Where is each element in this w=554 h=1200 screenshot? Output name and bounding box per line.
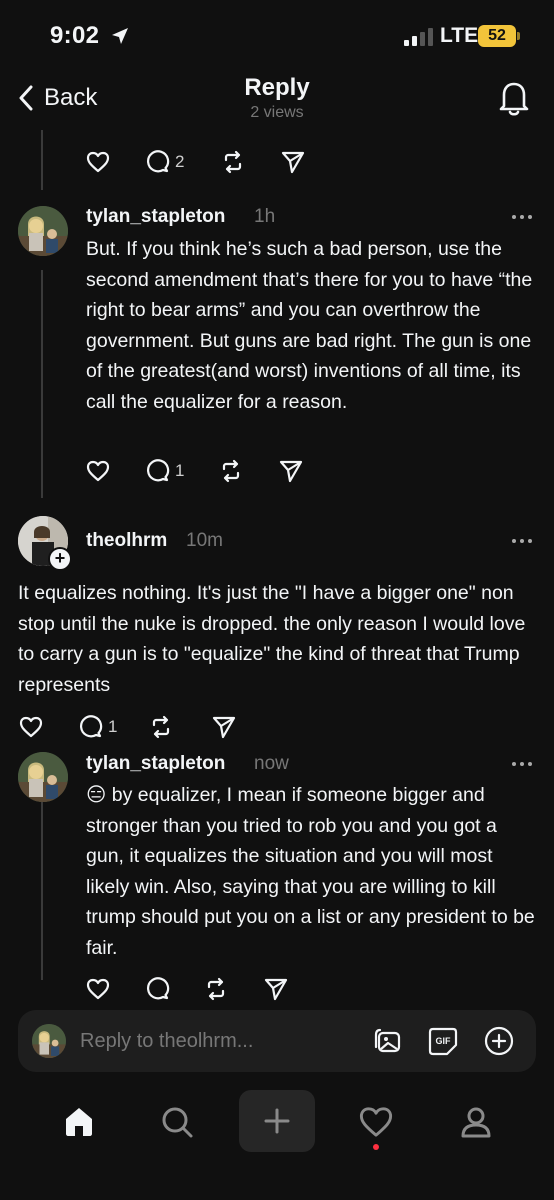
more-icon[interactable] bbox=[510, 212, 534, 222]
post-username[interactable]: theolhrm bbox=[86, 530, 167, 552]
avatar-photo bbox=[18, 752, 68, 802]
post-time: 1h bbox=[254, 206, 276, 227]
page-title: Reply bbox=[244, 74, 310, 101]
more-icon[interactable] bbox=[510, 759, 534, 769]
thread-line bbox=[41, 130, 43, 190]
reply-count: 2 bbox=[175, 152, 185, 171]
avatar[interactable] bbox=[18, 206, 68, 256]
reply-count: 1 bbox=[108, 717, 118, 736]
create-icon bbox=[264, 1108, 290, 1134]
like-button[interactable] bbox=[18, 712, 44, 742]
location-arrow-icon bbox=[112, 28, 128, 44]
heart-icon bbox=[86, 978, 110, 1000]
repost-button[interactable] bbox=[148, 712, 174, 742]
heart-icon bbox=[359, 1107, 393, 1137]
avatar-photo bbox=[18, 206, 68, 256]
post-time: 10m bbox=[186, 530, 223, 551]
reply-button[interactable]: 1 bbox=[145, 456, 184, 486]
like-button[interactable] bbox=[85, 147, 111, 177]
comment-icon bbox=[79, 715, 103, 738]
network-label: LTE bbox=[440, 24, 479, 47]
like-button[interactable] bbox=[85, 974, 111, 1004]
avatar-photo bbox=[32, 1024, 66, 1058]
reply-button[interactable]: 1 bbox=[78, 712, 117, 742]
tab-create[interactable] bbox=[239, 1090, 315, 1152]
repost-button[interactable] bbox=[203, 974, 229, 1004]
svg-text:GIF: GIF bbox=[436, 1036, 452, 1046]
share-button[interactable] bbox=[211, 712, 237, 742]
comment-icon bbox=[146, 150, 170, 173]
like-button[interactable] bbox=[85, 456, 111, 486]
post-actions: 1 bbox=[85, 456, 315, 486]
previous-post-actions: 2 bbox=[85, 147, 315, 177]
send-icon bbox=[264, 978, 288, 1001]
chevron-left-icon bbox=[19, 85, 33, 111]
thread-line bbox=[41, 270, 43, 498]
add-circle-icon[interactable] bbox=[483, 1025, 515, 1057]
share-button[interactable] bbox=[278, 456, 304, 486]
post-actions: 1 bbox=[18, 712, 248, 742]
reply-button[interactable] bbox=[145, 974, 171, 1004]
post-username[interactable]: tylan_stapleton bbox=[86, 753, 225, 775]
status-time: 9:02 bbox=[50, 22, 100, 49]
battery-icon: 52 bbox=[478, 25, 516, 47]
post-text: But. If you think he’s such a bad person… bbox=[86, 238, 533, 413]
send-icon bbox=[212, 716, 236, 739]
share-button[interactable] bbox=[280, 147, 306, 177]
repost-icon bbox=[207, 977, 225, 1001]
tab-profile[interactable] bbox=[441, 1092, 511, 1152]
more-icon[interactable] bbox=[510, 536, 534, 546]
search-icon bbox=[162, 1107, 193, 1138]
share-button[interactable] bbox=[263, 974, 289, 1004]
repost-icon bbox=[152, 715, 170, 739]
send-icon bbox=[281, 151, 305, 174]
notification-dot bbox=[373, 1144, 379, 1150]
reply-button[interactable]: 2 bbox=[145, 147, 184, 177]
follow-button[interactable]: + bbox=[48, 547, 72, 571]
heart-icon bbox=[19, 716, 43, 738]
comment-icon bbox=[146, 977, 170, 1000]
tab-home[interactable] bbox=[44, 1092, 114, 1152]
send-icon bbox=[279, 460, 303, 483]
back-label: Back bbox=[44, 84, 98, 111]
heart-icon bbox=[86, 151, 110, 173]
post-text-body: by equalizer, I mean if someone bigger a… bbox=[86, 784, 535, 959]
battery-tip bbox=[517, 32, 520, 40]
bell-icon[interactable] bbox=[496, 78, 532, 118]
tab-search[interactable] bbox=[142, 1092, 212, 1152]
emoji: 😑 bbox=[86, 784, 107, 806]
signal-icon bbox=[404, 28, 433, 46]
repost-button[interactable] bbox=[218, 456, 244, 486]
post-text: 😑 by equalizer, I mean if someone bigger… bbox=[86, 780, 536, 963]
reply-avatar bbox=[32, 1024, 66, 1058]
thread-line bbox=[41, 800, 43, 980]
post-username[interactable]: tylan_stapleton bbox=[86, 206, 225, 228]
post-time: now bbox=[254, 753, 289, 774]
comment-icon bbox=[146, 459, 170, 482]
image-icon[interactable] bbox=[372, 1025, 404, 1057]
reply-input[interactable] bbox=[80, 1025, 330, 1057]
repost-icon bbox=[222, 459, 240, 483]
profile-icon bbox=[461, 1107, 491, 1138]
back-button[interactable]: Back bbox=[18, 80, 97, 116]
repost-icon bbox=[224, 150, 242, 174]
home-icon bbox=[66, 1108, 92, 1136]
repost-button[interactable] bbox=[220, 147, 246, 177]
view-count: 2 views bbox=[250, 104, 304, 121]
post-actions bbox=[85, 974, 315, 1004]
avatar[interactable] bbox=[18, 752, 68, 802]
heart-icon bbox=[86, 460, 110, 482]
tab-activity[interactable] bbox=[341, 1092, 411, 1152]
reply-count: 1 bbox=[175, 461, 185, 480]
gif-icon[interactable]: GIF bbox=[427, 1025, 459, 1057]
post-text: It equalizes nothing. It's just the "I h… bbox=[18, 582, 526, 696]
